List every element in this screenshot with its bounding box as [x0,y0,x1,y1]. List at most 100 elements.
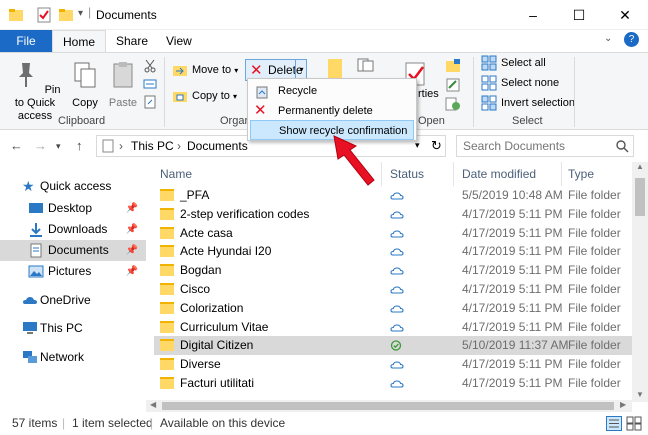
nav-pictures[interactable]: Pictures 📌 [0,261,146,282]
file-name: Facturi utilitati [180,376,255,390]
tab-share[interactable]: Share [106,30,158,52]
forward-arrow-icon[interactable]: → [34,138,47,153]
pin-quick-access-button[interactable]: Pin to Quick access [4,59,66,123]
address-history-chevron-icon[interactable]: ▾ [415,140,420,151]
table-row[interactable]: Digital Citizen 5/10/2019 11:37 AM File fo… [154,336,632,356]
folder-icon [160,301,174,314]
details-view-icon[interactable] [606,416,622,431]
computer-icon [23,322,37,334]
history-icon[interactable] [445,97,461,111]
search-box[interactable] [456,135,634,157]
folder-icon [9,9,23,21]
search-icon[interactable] [615,139,629,153]
nav-documents[interactable]: Documents 📌 [0,240,146,261]
invert-selection-button[interactable]: Invert selection [481,93,575,113]
back-arrow-icon[interactable]: ← [10,138,23,153]
pin-icon[interactable]: 📌 [126,198,138,219]
menu-item-permanently-delete[interactable]: ✕ Permanently delete [250,101,414,121]
menu-item-recycle[interactable]: Recycle [250,81,414,101]
copy-to-label: Copy to [192,90,230,102]
copy-button[interactable]: Copy [68,59,102,110]
breadcrumb-this-pc[interactable]: This PC [131,139,174,153]
properties-checkmark-icon[interactable] [36,7,52,23]
copy-to-folder-icon [173,92,187,103]
nav-network[interactable]: Network [0,347,146,368]
new-item-icon[interactable] [356,57,378,73]
minimize-button[interactable]: – [510,0,556,30]
up-arrow-icon[interactable]: ↑ [76,138,83,153]
table-row[interactable]: Bogdan 4/17/2019 5:11 PM File folder [154,261,632,280]
table-row[interactable]: Diverse 4/17/2019 5:11 PM File folder [154,355,632,374]
scroll-right-icon[interactable]: ▶ [620,400,626,409]
customize-toolbar-chevron-icon[interactable]: ▾ [78,8,83,19]
table-row[interactable]: Acte casa 4/17/2019 5:11 PM File folder [154,224,632,243]
paste-button[interactable]: Paste [106,59,140,110]
nav-downloads[interactable]: Downloads 📌 [0,219,146,240]
pin-icon [18,63,33,87]
nav-desktop[interactable]: Desktop 📌 [0,198,146,219]
tab-home[interactable]: Home [52,30,106,52]
help-icon[interactable]: ? [624,32,639,47]
table-row[interactable]: Colorization 4/17/2019 5:11 PM File folder [154,299,632,318]
nav-label: Desktop [48,201,93,215]
horizontal-scrollbar[interactable]: ◀ ▶ [146,400,632,412]
nav-label: Pictures [48,264,92,278]
scrollbar-thumb[interactable] [635,178,645,216]
scroll-up-icon[interactable]: ▲ [636,162,644,171]
delete-x-icon: ✕ [254,102,267,119]
nav-onedrive[interactable]: OneDrive [0,290,146,311]
tab-file[interactable]: File [0,30,52,52]
scrollbar-thumb[interactable] [162,402,614,410]
table-row[interactable]: Curriculum Vitae 4/17/2019 5:11 PM File fo… [154,318,632,337]
large-icons-view-icon[interactable] [626,416,642,431]
recent-locations-chevron-icon[interactable]: ▾ [56,141,61,152]
titlebar-divider: | [88,5,92,19]
cloud-status-icon [390,305,404,313]
selected-count: 1 item selected [72,416,153,430]
table-row[interactable]: Acte Hyundai I20 4/17/2019 5:11 PM File fo… [154,242,632,261]
scroll-left-icon[interactable]: ◀ [150,400,156,409]
close-button[interactable]: ✕ [602,0,648,30]
pin-icon[interactable]: 📌 [126,219,138,240]
pin-icon[interactable]: 📌 [126,261,138,282]
copy-to-button[interactable]: Copy to ▾ [172,86,237,106]
breadcrumb-separator: › [119,139,123,153]
date-modified: 4/17/2019 5:11 PM [462,206,563,221]
refresh-icon[interactable]: ↻ [431,138,442,154]
paste-shortcut-icon[interactable] [143,95,157,109]
search-input[interactable] [461,138,611,154]
nav-quick-access[interactable]: ★ Quick access [0,176,146,197]
pin-icon[interactable]: 📌 [126,240,138,261]
nav-this-pc[interactable]: This PC [0,318,146,339]
date-modified: 4/17/2019 5:11 PM [462,244,563,259]
file-type: File folder [568,244,621,259]
column-header-date[interactable]: Date modified [456,162,562,186]
invert-selection-label: Invert selection [501,97,575,109]
select-none-button[interactable]: Select none [481,73,559,93]
table-row[interactable]: Facturi utilitati 4/17/2019 5:11 PM File f… [154,374,632,393]
table-row[interactable]: _PFA 5/5/2019 10:48 AM File folder [154,186,632,205]
edit-icon[interactable] [445,78,461,92]
date-modified: 4/17/2019 5:11 PM [462,357,563,372]
collapse-ribbon-chevron-icon[interactable]: ⌄ [604,33,612,44]
maximize-button[interactable]: ☐ [556,0,602,30]
open-icon[interactable] [445,59,461,73]
new-folder-icon[interactable] [58,7,74,23]
move-to-button[interactable]: Move to ▾ [172,60,238,80]
breadcrumb-documents[interactable]: Documents [187,139,248,153]
menu-item-label: Recycle [278,85,318,97]
file-name: Digital Citizen [180,338,254,353]
column-header-status[interactable]: Status [384,162,454,186]
vertical-scrollbar[interactable]: ▲ ▼ [632,162,648,402]
delete-dropdown-chevron-icon[interactable]: ▾ [295,60,307,80]
table-row[interactable]: 2-step verification codes 4/17/2019 5:11 … [154,205,632,224]
tab-view[interactable]: View [156,30,202,52]
scroll-down-icon[interactable]: ▼ [636,390,644,399]
download-arrow-icon [30,223,42,237]
copy-icon [74,62,96,88]
column-header-type[interactable]: Type [562,162,632,186]
copy-path-icon[interactable] [143,77,157,91]
cut-icon[interactable] [143,59,157,73]
table-row[interactable]: Cisco 4/17/2019 5:11 PM File folder [154,280,632,299]
select-all-button[interactable]: Select all [481,53,546,73]
